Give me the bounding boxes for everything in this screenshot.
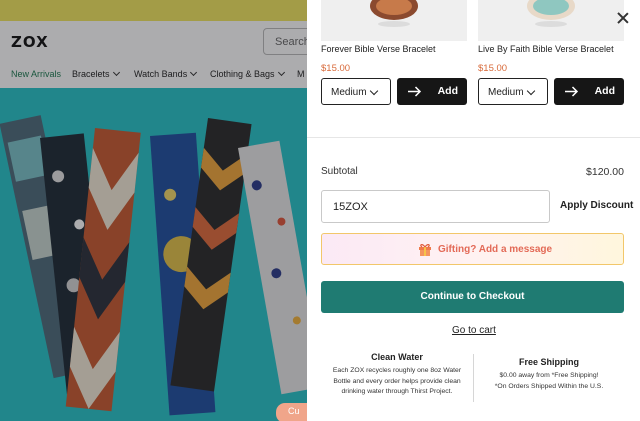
clean-water-text: Each ZOX recycles roughly one 8oz Water … bbox=[332, 367, 462, 395]
product-image[interactable] bbox=[478, 0, 624, 41]
arrow-right-icon bbox=[408, 86, 422, 97]
free-shipping-text: $0.00 away from *Free Shipping! *On Orde… bbox=[494, 372, 604, 390]
product-image[interactable] bbox=[321, 0, 467, 41]
product-name[interactable]: Live By Faith Bible Verse Bracelet bbox=[478, 44, 614, 54]
gift-message-button[interactable]: Gifting? Add a message bbox=[321, 233, 624, 265]
add-button[interactable]: Add bbox=[397, 78, 467, 105]
close-icon[interactable] bbox=[615, 10, 631, 26]
free-shipping-info: Free Shipping $0.00 away from *Free Ship… bbox=[474, 357, 624, 392]
clean-water-title: Clean Water bbox=[371, 352, 423, 362]
subtotal-value: $120.00 bbox=[586, 166, 624, 178]
free-shipping-title: Free Shipping bbox=[518, 357, 579, 367]
gift-icon bbox=[419, 244, 431, 256]
bracelet-image bbox=[527, 0, 575, 27]
add-button-label: Add bbox=[594, 85, 615, 97]
arrow-right-icon bbox=[565, 86, 579, 97]
add-button-label: Add bbox=[437, 85, 458, 97]
size-select[interactable]: Medium bbox=[321, 78, 391, 105]
bracelet-image bbox=[370, 0, 418, 27]
subtotal-label: Subtotal bbox=[321, 166, 358, 177]
size-select-value: Medium bbox=[331, 87, 367, 98]
checkout-button[interactable]: Continue to Checkout bbox=[321, 281, 624, 313]
product-price: $15.00 bbox=[478, 63, 508, 74]
discount-code-input[interactable] bbox=[321, 190, 550, 223]
apply-discount-button[interactable]: Apply Discount bbox=[560, 200, 633, 211]
product-name[interactable]: Forever Bible Verse Bracelet bbox=[321, 44, 436, 54]
chevron-down-icon bbox=[526, 86, 536, 96]
product-price: $15.00 bbox=[321, 63, 351, 74]
gift-message-label: Gifting? Add a message bbox=[438, 244, 553, 255]
add-button[interactable]: Add bbox=[554, 78, 624, 105]
checkout-button-label: Continue to Checkout bbox=[420, 291, 525, 302]
size-select[interactable]: Medium bbox=[478, 78, 548, 105]
chevron-down-icon bbox=[369, 86, 379, 96]
size-select-value: Medium bbox=[488, 87, 524, 98]
divider bbox=[307, 137, 640, 138]
clean-water-info: Clean Water Each ZOX recycles roughly on… bbox=[322, 352, 472, 398]
go-to-cart-link[interactable]: Go to cart bbox=[452, 325, 496, 336]
